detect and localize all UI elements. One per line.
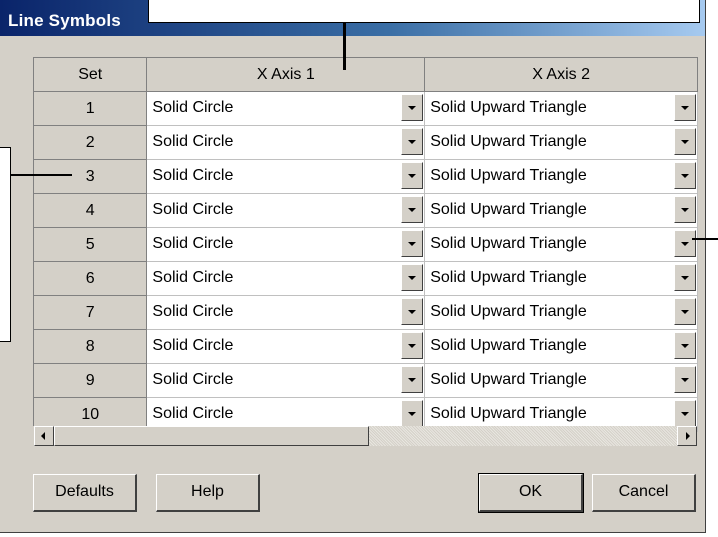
line-symbols-dialog: Line Symbols Set X Axis 1 X Axis 2 1 Soli… — [0, 0, 706, 533]
x-axis-1-symbol-select[interactable]: Solid Circle — [146, 159, 426, 194]
symbols-grid: Set X Axis 1 X Axis 2 1 Solid Circle Solid… — [33, 57, 698, 432]
table-row: 6 Solid Circle Solid Upward Triangle — [34, 261, 698, 296]
x-axis-2-symbol-select[interactable]: Solid Upward Triangle — [424, 227, 698, 262]
table-row: 9 Solid Circle Solid Upward Triangle — [34, 363, 698, 398]
annotation-pointer-line — [343, 22, 346, 70]
table-row: 2 Solid Circle Solid Upward Triangle — [34, 125, 698, 160]
symbol-value: Solid Upward Triangle — [430, 371, 587, 388]
horizontal-scrollbar[interactable] — [34, 426, 697, 446]
dropdown-arrow-icon[interactable] — [674, 400, 696, 427]
dropdown-arrow-icon[interactable] — [401, 94, 424, 121]
defaults-button[interactable]: Defaults — [33, 474, 137, 512]
help-button[interactable]: Help — [156, 474, 260, 512]
dropdown-arrow-icon[interactable] — [674, 230, 696, 257]
symbol-value: Solid Upward Triangle — [430, 405, 587, 422]
column-header-x-axis-2: X Axis 2 — [424, 58, 698, 92]
symbol-value: Solid Upward Triangle — [430, 269, 587, 286]
dropdown-arrow-icon[interactable] — [401, 264, 424, 291]
x-axis-1-symbol-select[interactable]: Solid Circle — [146, 91, 426, 126]
cancel-button[interactable]: Cancel — [592, 474, 696, 512]
x-axis-1-symbol-select[interactable]: Solid Circle — [146, 295, 426, 330]
symbol-value: Solid Circle — [152, 303, 234, 320]
window-title: Line Symbols — [8, 11, 121, 30]
x-axis-2-symbol-select[interactable]: Solid Upward Triangle — [424, 193, 698, 228]
x-axis-2-symbol-select[interactable]: Solid Upward Triangle — [424, 159, 698, 194]
annotation-left-pointer — [10, 174, 72, 176]
symbol-value: Solid Circle — [152, 269, 234, 286]
x-axis-1-symbol-select[interactable]: Solid Circle — [146, 125, 426, 160]
symbol-value: Solid Upward Triangle — [430, 201, 587, 218]
dropdown-arrow-icon[interactable] — [401, 162, 424, 189]
symbol-value: Solid Circle — [152, 201, 234, 218]
dropdown-arrow-icon[interactable] — [401, 230, 424, 257]
symbol-value: Solid Upward Triangle — [430, 337, 587, 354]
symbol-value: Solid Circle — [152, 235, 234, 252]
symbols-table: Set X Axis 1 X Axis 2 1 Solid Circle Solid… — [34, 58, 698, 432]
header-row: Set X Axis 1 X Axis 2 — [34, 58, 698, 92]
symbol-value: Solid Circle — [152, 167, 234, 184]
dropdown-arrow-icon[interactable] — [401, 298, 424, 325]
symbol-value: Solid Upward Triangle — [430, 167, 587, 184]
table-row: 1 Solid Circle Solid Upward Triangle — [34, 91, 698, 126]
table-row: 8 Solid Circle Solid Upward Triangle — [34, 329, 698, 364]
annotation-callout-box — [148, 0, 700, 23]
x-axis-1-symbol-select[interactable]: Solid Circle — [146, 261, 426, 296]
set-number-cell: 9 — [34, 363, 148, 398]
x-axis-1-symbol-select[interactable]: Solid Circle — [146, 227, 426, 262]
dropdown-arrow-icon[interactable] — [401, 128, 424, 155]
symbol-value: Solid Upward Triangle — [430, 133, 587, 150]
dropdown-arrow-icon[interactable] — [674, 298, 696, 325]
symbol-value: Solid Upward Triangle — [430, 235, 587, 252]
dropdown-arrow-icon[interactable] — [401, 400, 424, 427]
x-axis-1-symbol-select[interactable]: Solid Circle — [146, 329, 426, 364]
table-row: 4 Solid Circle Solid Upward Triangle — [34, 193, 698, 228]
symbol-value: Solid Upward Triangle — [430, 99, 587, 116]
symbol-value: Solid Upward Triangle — [430, 303, 587, 320]
set-number-cell: 5 — [34, 227, 148, 262]
set-number-cell: 8 — [34, 329, 148, 364]
table-row: 3 Solid Circle Solid Upward Triangle — [34, 159, 698, 194]
set-number-cell: 2 — [34, 125, 148, 160]
set-number-cell: 7 — [34, 295, 148, 330]
x-axis-2-symbol-select[interactable]: Solid Upward Triangle — [424, 363, 698, 398]
dropdown-arrow-icon[interactable] — [674, 332, 696, 359]
symbol-value: Solid Circle — [152, 371, 234, 388]
dropdown-arrow-icon[interactable] — [674, 128, 696, 155]
set-number-cell: 3 — [34, 159, 148, 194]
set-number-cell: 6 — [34, 261, 148, 296]
x-axis-2-symbol-select[interactable]: Solid Upward Triangle — [424, 295, 698, 330]
dropdown-arrow-icon[interactable] — [674, 366, 696, 393]
set-number-cell: 1 — [34, 91, 148, 126]
symbol-value: Solid Circle — [152, 99, 234, 116]
dropdown-arrow-icon[interactable] — [401, 366, 424, 393]
dropdown-arrow-icon[interactable] — [674, 94, 696, 121]
scroll-left-icon[interactable] — [34, 426, 54, 446]
x-axis-1-symbol-select[interactable]: Solid Circle — [146, 193, 426, 228]
x-axis-2-symbol-select[interactable]: Solid Upward Triangle — [424, 329, 698, 364]
column-header-x-axis-1: X Axis 1 — [146, 58, 426, 92]
annotation-right-pointer — [692, 238, 718, 240]
ok-button[interactable]: OK — [478, 473, 584, 513]
column-header-set: Set — [34, 58, 148, 92]
x-axis-2-symbol-select[interactable]: Solid Upward Triangle — [424, 91, 698, 126]
x-axis-2-symbol-select[interactable]: Solid Upward Triangle — [424, 261, 698, 296]
set-number-cell: 4 — [34, 193, 148, 228]
dropdown-arrow-icon[interactable] — [674, 162, 696, 189]
x-axis-1-symbol-select[interactable]: Solid Circle — [146, 363, 426, 398]
symbol-value: Solid Circle — [152, 133, 234, 150]
table-row: 5 Solid Circle Solid Upward Triangle — [34, 227, 698, 262]
symbol-value: Solid Circle — [152, 405, 234, 422]
dropdown-arrow-icon[interactable] — [401, 196, 424, 223]
symbol-value: Solid Circle — [152, 337, 234, 354]
scrollbar-thumb[interactable] — [54, 426, 369, 446]
table-row: 7 Solid Circle Solid Upward Triangle — [34, 295, 698, 330]
dropdown-arrow-icon[interactable] — [674, 264, 696, 291]
annotation-left-bracket — [0, 147, 11, 342]
x-axis-2-symbol-select[interactable]: Solid Upward Triangle — [424, 125, 698, 160]
dropdown-arrow-icon[interactable] — [674, 196, 696, 223]
scroll-right-icon[interactable] — [677, 426, 697, 446]
dropdown-arrow-icon[interactable] — [401, 332, 424, 359]
